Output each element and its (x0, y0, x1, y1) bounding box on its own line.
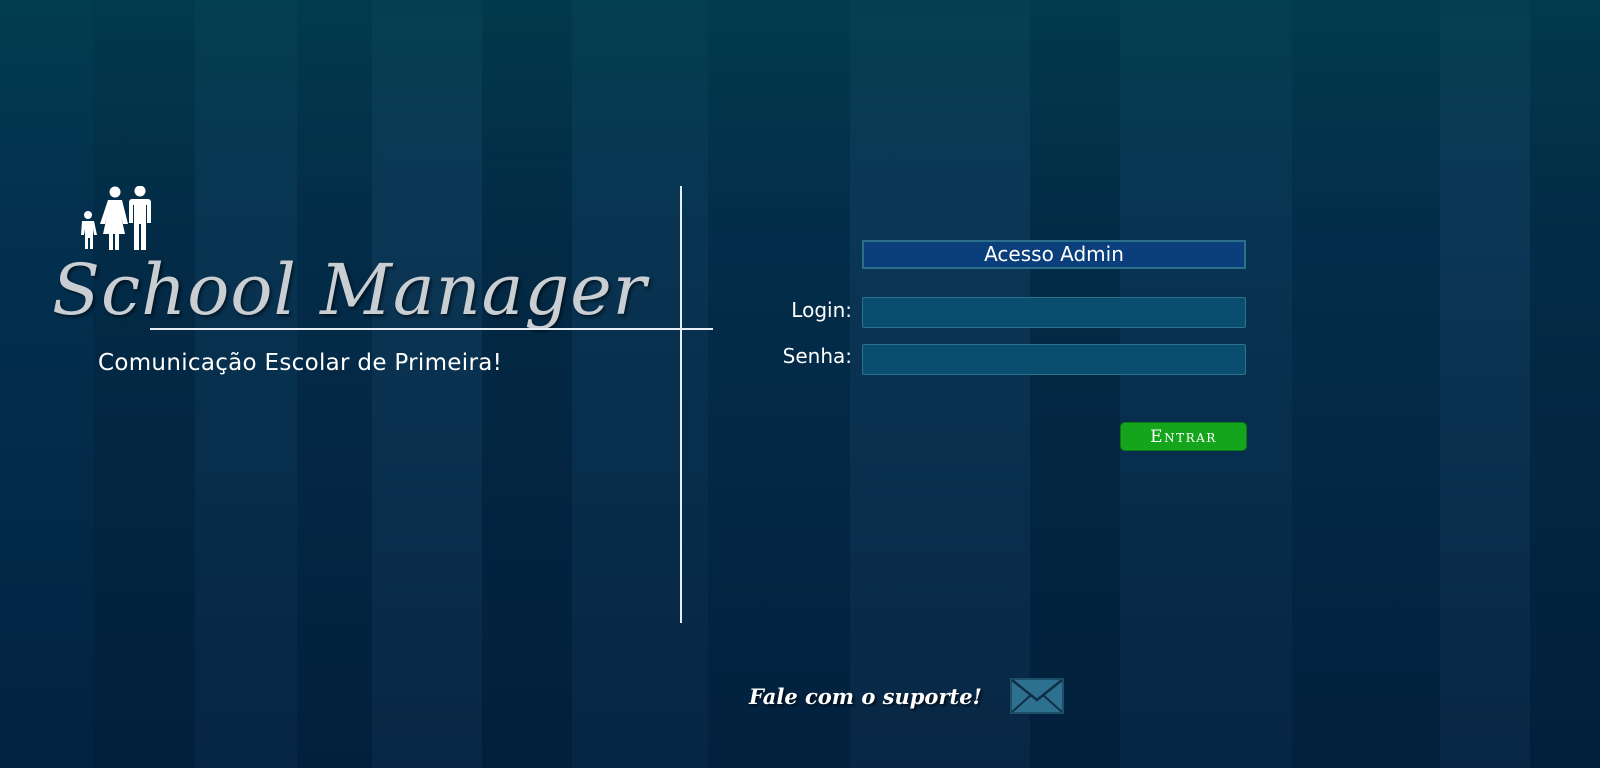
envelope-icon[interactable] (1009, 678, 1064, 714)
password-field[interactable] (862, 344, 1246, 375)
brand-tagline: Comunicação Escolar de Primeira! (98, 350, 503, 376)
support-link-label: Fale com o suporte! (749, 683, 982, 709)
password-label: Senha: (782, 344, 852, 368)
brand-underline (150, 328, 713, 330)
vertical-divider (680, 186, 682, 623)
form-header: Acesso Admin (862, 240, 1246, 269)
support-link[interactable]: Fale com o suporte! (749, 677, 1064, 715)
brand-title: School Manager (52, 249, 648, 331)
login-label: Login: (791, 298, 852, 322)
login-field[interactable] (862, 297, 1246, 328)
submit-button[interactable]: Entrar (1120, 422, 1247, 451)
